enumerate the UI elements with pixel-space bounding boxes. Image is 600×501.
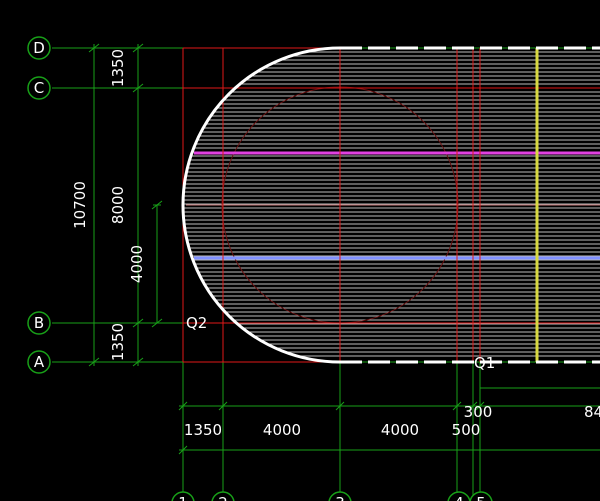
column-axis-bubble-1[interactable]: 1 xyxy=(171,491,195,501)
dim-inner-span: 4000 xyxy=(128,245,146,283)
column-axis-bubble-4[interactable]: 4 xyxy=(447,491,471,501)
row-axis-label: D xyxy=(33,39,45,57)
column-axis-bubble-3[interactable]: 3 xyxy=(328,491,352,501)
column-axis-label: 1 xyxy=(178,494,188,501)
row-axis-label: C xyxy=(34,79,44,97)
column-axis-bubble-2[interactable]: 2 xyxy=(211,491,235,501)
dim-bay-3: 4000 xyxy=(381,421,419,439)
tag-q1[interactable]: Q1 xyxy=(474,354,495,372)
column-axis-lines xyxy=(182,362,481,501)
column-axis-label: 5 xyxy=(476,494,486,501)
dim-top-span: 1350 xyxy=(109,49,127,87)
column-axis-label: 2 xyxy=(218,494,228,501)
column-axis-label: 3 xyxy=(335,494,345,501)
dim-bay-1: 1350 xyxy=(184,421,222,439)
dim-bay-5: 300 xyxy=(464,403,493,421)
row-axis-bubble-b[interactable]: B xyxy=(27,311,51,335)
dim-total-height: 10700 xyxy=(71,181,89,229)
dim-bay-4: 500 xyxy=(452,421,481,439)
tag-q2[interactable]: Q2 xyxy=(186,314,207,332)
cad-drawing-canvas[interactable]: D C B A 1 2 3 4 5 10700 1350 8000 1350 4… xyxy=(0,0,600,501)
dim-middle-span: 8000 xyxy=(109,186,127,224)
column-axis-label: 4 xyxy=(454,494,464,501)
row-axis-label: A xyxy=(34,353,45,371)
row-axis-bubble-d[interactable]: D xyxy=(27,36,51,60)
dim-bay-2: 4000 xyxy=(263,421,301,439)
row-axis-label: B xyxy=(34,314,44,332)
row-axis-bubble-a[interactable]: A xyxy=(27,350,51,374)
dim-bay-6: 84 xyxy=(584,403,600,421)
row-axis-bubble-c[interactable]: C xyxy=(27,76,51,100)
dim-bottom-span: 1350 xyxy=(109,323,127,361)
